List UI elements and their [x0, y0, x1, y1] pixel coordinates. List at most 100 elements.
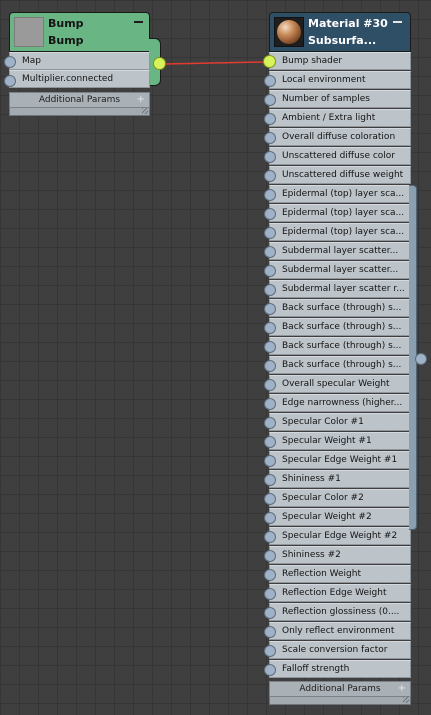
material-port-row[interactable]: Epidermal (top) layer sca... — [269, 204, 411, 222]
material-input-socket[interactable] — [264, 208, 276, 220]
material-input-socket[interactable] — [264, 588, 276, 600]
material-node-bottom — [269, 697, 411, 705]
material-port-row[interactable]: Epidermal (top) layer sca... — [269, 185, 411, 203]
material-input-socket[interactable] — [264, 512, 276, 524]
material-port-row[interactable]: Subdermal layer scatter r... — [269, 280, 411, 298]
material-port-row[interactable]: Number of samples — [269, 90, 411, 108]
resize-grip-icon[interactable] — [403, 697, 409, 703]
material-port-row[interactable]: Back surface (through) s... — [269, 356, 411, 374]
material-preview-sphere — [277, 20, 301, 44]
material-port-row[interactable]: Reflection glossiness (0.... — [269, 603, 411, 621]
port-label: Reflection Edge Weight — [282, 588, 387, 598]
material-input-socket[interactable] — [264, 151, 276, 163]
material-port-row[interactable]: Specular Weight #2 — [269, 508, 411, 526]
material-input-socket[interactable] — [264, 569, 276, 581]
material-port-row[interactable]: Epidermal (top) layer sca... — [269, 223, 411, 241]
port-label: Edge narrowness (higher... — [282, 398, 403, 408]
collapse-icon[interactable] — [393, 21, 402, 23]
material-input-socket[interactable] — [264, 341, 276, 353]
port-label: Overall diffuse coloration — [282, 132, 396, 142]
material-input-socket[interactable] — [264, 360, 276, 372]
expand-plus-icon[interactable]: + — [398, 682, 406, 696]
material-input-socket[interactable] — [264, 379, 276, 391]
material-port-row[interactable]: Unscattered diffuse weight — [269, 166, 411, 184]
port-label: Epidermal (top) layer sca... — [282, 189, 405, 199]
material-input-socket[interactable] — [264, 246, 276, 258]
material-input-socket[interactable] — [264, 132, 276, 144]
material-port-row[interactable]: Specular Edge Weight #1 — [269, 451, 411, 469]
material-input-socket[interactable] — [264, 455, 276, 467]
port-label: Overall specular Weight — [282, 379, 390, 389]
port-label: Subdermal layer scatter... — [282, 246, 399, 256]
material-input-socket[interactable] — [264, 227, 276, 239]
material-port-row[interactable]: Unscattered diffuse color — [269, 147, 411, 165]
material-port-row[interactable]: Reflection Weight — [269, 565, 411, 583]
port-label: Ambient / Extra light — [282, 113, 376, 123]
material-input-socket[interactable] — [264, 303, 276, 315]
material-port-row[interactable]: Shininess #2 — [269, 546, 411, 564]
material-input-socket[interactable] — [263, 55, 276, 68]
port-label: Unscattered diffuse weight — [282, 170, 404, 180]
material-input-socket[interactable] — [264, 170, 276, 182]
material-input-socket[interactable] — [264, 645, 276, 657]
material-port-row[interactable]: Specular Color #2 — [269, 489, 411, 507]
port-label: Specular Color #1 — [282, 417, 364, 427]
material-node[interactable]: Material #30 Subsurfa... Bump shader Loca… — [269, 12, 411, 707]
port-label: Number of samples — [282, 94, 370, 104]
material-input-socket[interactable] — [264, 607, 276, 619]
material-port-row[interactable]: Edge narrowness (higher... — [269, 394, 411, 412]
material-port-row[interactable]: Local environment — [269, 71, 411, 89]
material-port-row[interactable]: Overall diffuse coloration — [269, 128, 411, 146]
material-port-row[interactable]: Back surface (through) s... — [269, 299, 411, 317]
material-port-row[interactable]: Overall specular Weight — [269, 375, 411, 393]
material-input-socket[interactable] — [264, 94, 276, 106]
material-input-socket[interactable] — [264, 531, 276, 543]
material-input-socket[interactable] — [264, 113, 276, 125]
material-port-row[interactable]: Specular Color #1 — [269, 413, 411, 431]
material-port-row[interactable]: Bump shader — [269, 52, 411, 70]
wire-line — [164, 61, 265, 65]
port-label: Falloff strength — [282, 664, 350, 674]
material-port-row[interactable]: Specular Weight #1 — [269, 432, 411, 450]
port-label: Local environment — [282, 75, 366, 85]
material-input-socket[interactable] — [264, 322, 276, 334]
material-input-socket[interactable] — [264, 474, 276, 486]
material-port-row[interactable]: Scale conversion factor — [269, 641, 411, 659]
material-port-row[interactable]: Back surface (through) s... — [269, 337, 411, 355]
port-label: Specular Edge Weight #2 — [282, 531, 398, 541]
material-port-row[interactable]: Ambient / Extra light — [269, 109, 411, 127]
material-preview-thumbnail — [274, 17, 304, 47]
material-port-row[interactable]: Shininess #1 — [269, 470, 411, 488]
port-label: Specular Weight #1 — [282, 436, 372, 446]
material-node-title-line1: Material #30 — [308, 17, 388, 30]
material-input-socket[interactable] — [264, 75, 276, 87]
port-label: Back surface (through) s... — [282, 303, 402, 313]
material-input-socket[interactable] — [264, 493, 276, 505]
material-input-socket[interactable] — [264, 436, 276, 448]
material-input-socket[interactable] — [264, 189, 276, 201]
material-port-row[interactable]: Reflection Edge Weight — [269, 584, 411, 602]
material-port-row[interactable]: Back surface (through) s... — [269, 318, 411, 336]
material-input-socket[interactable] — [264, 265, 276, 277]
port-label: Specular Weight #2 — [282, 512, 372, 522]
material-input-socket[interactable] — [264, 626, 276, 638]
port-label: Back surface (through) s... — [282, 360, 402, 370]
port-label: Epidermal (top) layer sca... — [282, 227, 405, 237]
material-port-row[interactable]: Subdermal layer scatter... — [269, 261, 411, 279]
material-node-header[interactable]: Material #30 Subsurfa... — [269, 12, 411, 52]
port-label: Back surface (through) s... — [282, 341, 402, 351]
material-node-title-line2: Subsurfa... — [308, 34, 377, 47]
material-output-socket[interactable] — [415, 353, 427, 365]
material-input-socket[interactable] — [264, 284, 276, 296]
material-port-row[interactable]: Subdermal layer scatter... — [269, 242, 411, 260]
material-input-socket[interactable] — [264, 417, 276, 429]
material-additional-params[interactable]: Additional Params + — [269, 681, 411, 697]
material-input-socket[interactable] — [264, 550, 276, 562]
material-port-row[interactable]: Falloff strength — [269, 660, 411, 678]
port-label: Epidermal (top) layer sca... — [282, 208, 405, 218]
material-port-row[interactable]: Specular Edge Weight #2 — [269, 527, 411, 545]
material-input-socket[interactable] — [264, 398, 276, 410]
material-port-row[interactable]: Only reflect environment — [269, 622, 411, 640]
port-label: Specular Edge Weight #1 — [282, 455, 398, 465]
material-input-socket[interactable] — [264, 664, 276, 676]
